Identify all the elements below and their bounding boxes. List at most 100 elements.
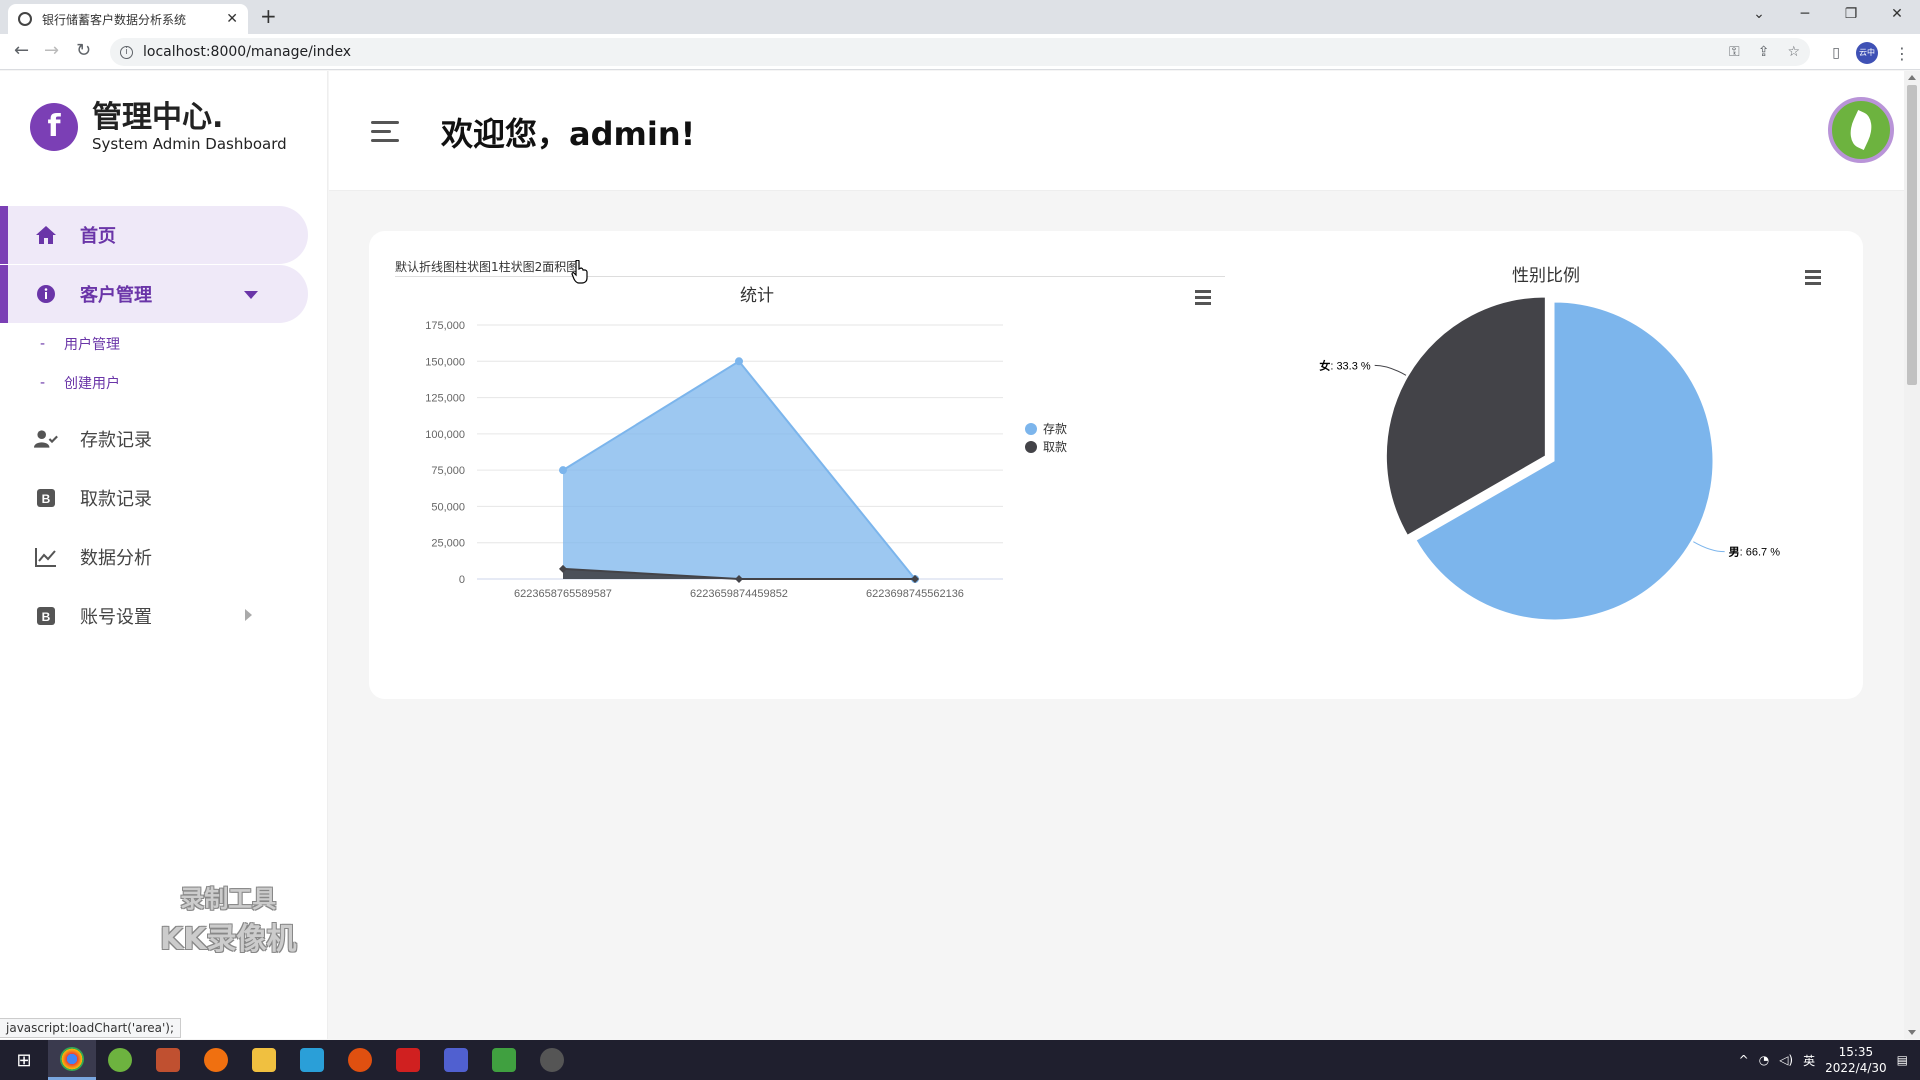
- sidebar-item-label: 账号设置: [80, 607, 152, 628]
- file-explorer-taskbar-icon[interactable]: [240, 1040, 288, 1080]
- y-tick-label: 150,000: [425, 356, 465, 368]
- sidebar-subitem-label: 用户管理: [64, 336, 120, 353]
- profile-avatar[interactable]: 云中: [1856, 42, 1878, 64]
- browser-menu-icon[interactable]: ⋮: [1894, 44, 1910, 63]
- page-header: 欢迎您，admin!: [329, 71, 1904, 191]
- chart-title: 性别比例: [1512, 266, 1580, 285]
- user-avatar[interactable]: [1828, 97, 1894, 163]
- app-taskbar-icon[interactable]: [528, 1040, 576, 1080]
- sidebar-item-withdrawals[interactable]: B 取款记录: [0, 469, 328, 527]
- sidebar-item-label: 客户管理: [80, 285, 152, 306]
- side-panel-icon[interactable]: ▯: [1832, 45, 1840, 61]
- address-bar[interactable]: i localhost:8000/manage/index ⚿ ⇪ ☆: [110, 38, 1810, 66]
- browser-tab[interactable]: 银行储蓄客户数据分析系统 ✕: [8, 4, 248, 34]
- link-default-line[interactable]: 默认折线图: [395, 260, 455, 274]
- home-icon: [34, 223, 58, 247]
- legend-label: 取款: [1043, 440, 1067, 454]
- y-tick-label: 25,000: [431, 538, 465, 550]
- b-square-icon: B: [34, 486, 58, 510]
- app-taskbar-icon[interactable]: [288, 1040, 336, 1080]
- sidebar-item-customers[interactable]: 客户管理: [0, 265, 308, 323]
- svg-text:B: B: [42, 610, 51, 624]
- tab-search-icon[interactable]: ⌄: [1736, 0, 1782, 30]
- minimize-button[interactable]: ─: [1782, 0, 1828, 30]
- share-icon[interactable]: ⇪: [1758, 44, 1770, 60]
- link-bar2[interactable]: 柱状图2: [499, 260, 543, 274]
- chart-export-menu-icon[interactable]: [1195, 290, 1211, 308]
- search-taskbar-icon[interactable]: [192, 1040, 240, 1080]
- clock[interactable]: 15:35 2022/4/30: [1825, 1044, 1887, 1076]
- app-taskbar-icon[interactable]: [432, 1040, 480, 1080]
- chart-title: 统计: [740, 286, 774, 305]
- brand-subtitle: System Admin Dashboard: [92, 135, 287, 153]
- sidebar-menu: 首页 客户管理 - 用户管理 - 创建用户 存款记录 B 取款记录 数据分析 B…: [0, 206, 328, 646]
- x-tick-label: 6223658765589587: [514, 588, 612, 600]
- brand[interactable]: f 管理中心. System Admin Dashboard: [30, 101, 287, 153]
- browser-toolbar: ← → ↻ i localhost:8000/manage/index ⚿ ⇪ …: [0, 34, 1920, 70]
- facebook-logo-icon: f: [30, 103, 78, 151]
- url-text[interactable]: localhost:8000/manage/index: [143, 44, 351, 60]
- brand-title: 管理中心.: [92, 100, 224, 135]
- app-taskbar-icon[interactable]: [336, 1040, 384, 1080]
- legend-item[interactable]: 取款: [1025, 440, 1067, 454]
- restore-button[interactable]: ❐: [1828, 0, 1874, 30]
- os-taskbar: ⊞ ^ ◔ ◁) 英 15:35 2022/4/30 ▤: [0, 1040, 1920, 1080]
- legend-item[interactable]: 存款: [1025, 422, 1067, 436]
- tab-close-icon[interactable]: ✕: [226, 11, 238, 27]
- x-tick-label: 6223698745562136: [866, 588, 964, 600]
- sidebar-item-account-settings[interactable]: B 账号设置: [0, 587, 328, 645]
- y-tick-label: 0: [459, 574, 465, 586]
- wps-taskbar-icon[interactable]: [384, 1040, 432, 1080]
- globe-icon: [18, 12, 32, 26]
- link-bar1[interactable]: 柱状图1: [455, 260, 499, 274]
- scrollbar-thumb[interactable]: [1907, 85, 1917, 385]
- b-square-icon: B: [34, 604, 58, 628]
- browser-tabbar: 银行储蓄客户数据分析系统 ✕ + ⌄ ─ ❐ ✕: [0, 0, 1920, 34]
- windows-start-icon[interactable]: ⊞: [0, 1050, 48, 1071]
- area-chart: 统计 6223658765589587 6223659874459852 62236…: [425, 286, 1067, 600]
- sidebar-item-deposits[interactable]: 存款记录: [0, 410, 328, 468]
- hamburger-menu-icon[interactable]: [371, 121, 399, 148]
- key-icon[interactable]: ⚿: [1729, 44, 1740, 60]
- site-info-icon[interactable]: i: [120, 45, 133, 59]
- pie-data-label: 男: 66.7 %: [1729, 546, 1781, 559]
- new-tab-button[interactable]: +: [260, 4, 277, 28]
- charts-card: 默认折线图柱状图1柱状图2面积图 统计 6223658765589587 6223…: [369, 231, 1863, 699]
- notepad-taskbar-icon[interactable]: [480, 1040, 528, 1080]
- user-check-icon: [34, 427, 58, 451]
- system-tray: ^ ◔ ◁) 英 15:35 2022/4/30 ▤: [1739, 1044, 1920, 1076]
- tray-expand-icon[interactable]: ^: [1739, 1053, 1749, 1067]
- ime-indicator[interactable]: 英: [1803, 1052, 1815, 1069]
- sidebar-subitem-user-manage[interactable]: - 用户管理: [0, 324, 328, 363]
- wifi-icon[interactable]: ◔: [1759, 1053, 1769, 1067]
- forward-icon[interactable]: →: [44, 40, 59, 61]
- sidebar-item-label: 数据分析: [80, 548, 152, 569]
- y-tick-label: 125,000: [425, 393, 465, 405]
- y-tick-label: 100,000: [425, 429, 465, 441]
- chevron-right-icon[interactable]: [245, 609, 252, 621]
- data-point[interactable]: [559, 466, 567, 475]
- close-window-button[interactable]: ✕: [1874, 0, 1920, 30]
- tab-title: 银行储蓄客户数据分析系统: [42, 12, 187, 27]
- legend-label: 存款: [1043, 422, 1067, 436]
- sidebar-item-analysis[interactable]: 数据分析: [0, 528, 328, 586]
- app-taskbar-icon[interactable]: [144, 1040, 192, 1080]
- chevron-down-icon[interactable]: [244, 291, 258, 299]
- sidebar-subitem-create-user[interactable]: - 创建用户: [0, 363, 328, 402]
- reload-icon[interactable]: ↻: [76, 40, 91, 61]
- bookmark-star-icon[interactable]: ☆: [1787, 44, 1800, 60]
- chrome-taskbar-icon[interactable]: [48, 1040, 96, 1080]
- page-scrollbar[interactable]: [1904, 71, 1920, 1039]
- pie-connector: [1374, 364, 1407, 376]
- data-point[interactable]: [735, 357, 743, 366]
- sidebar-item-home[interactable]: 首页: [0, 206, 308, 264]
- app-taskbar-icon[interactable]: [96, 1040, 144, 1080]
- svg-text:B: B: [42, 492, 51, 506]
- sidebar-item-label: 取款记录: [80, 489, 152, 510]
- volume-icon[interactable]: ◁): [1779, 1053, 1793, 1067]
- sidebar: f 管理中心. System Admin Dashboard 首页 客户管理 -…: [0, 71, 328, 1039]
- sidebar-item-label: 首页: [80, 226, 116, 247]
- back-icon[interactable]: ←: [14, 40, 29, 61]
- notification-icon[interactable]: ▤: [1897, 1053, 1908, 1067]
- chart-export-menu-icon[interactable]: [1805, 270, 1821, 288]
